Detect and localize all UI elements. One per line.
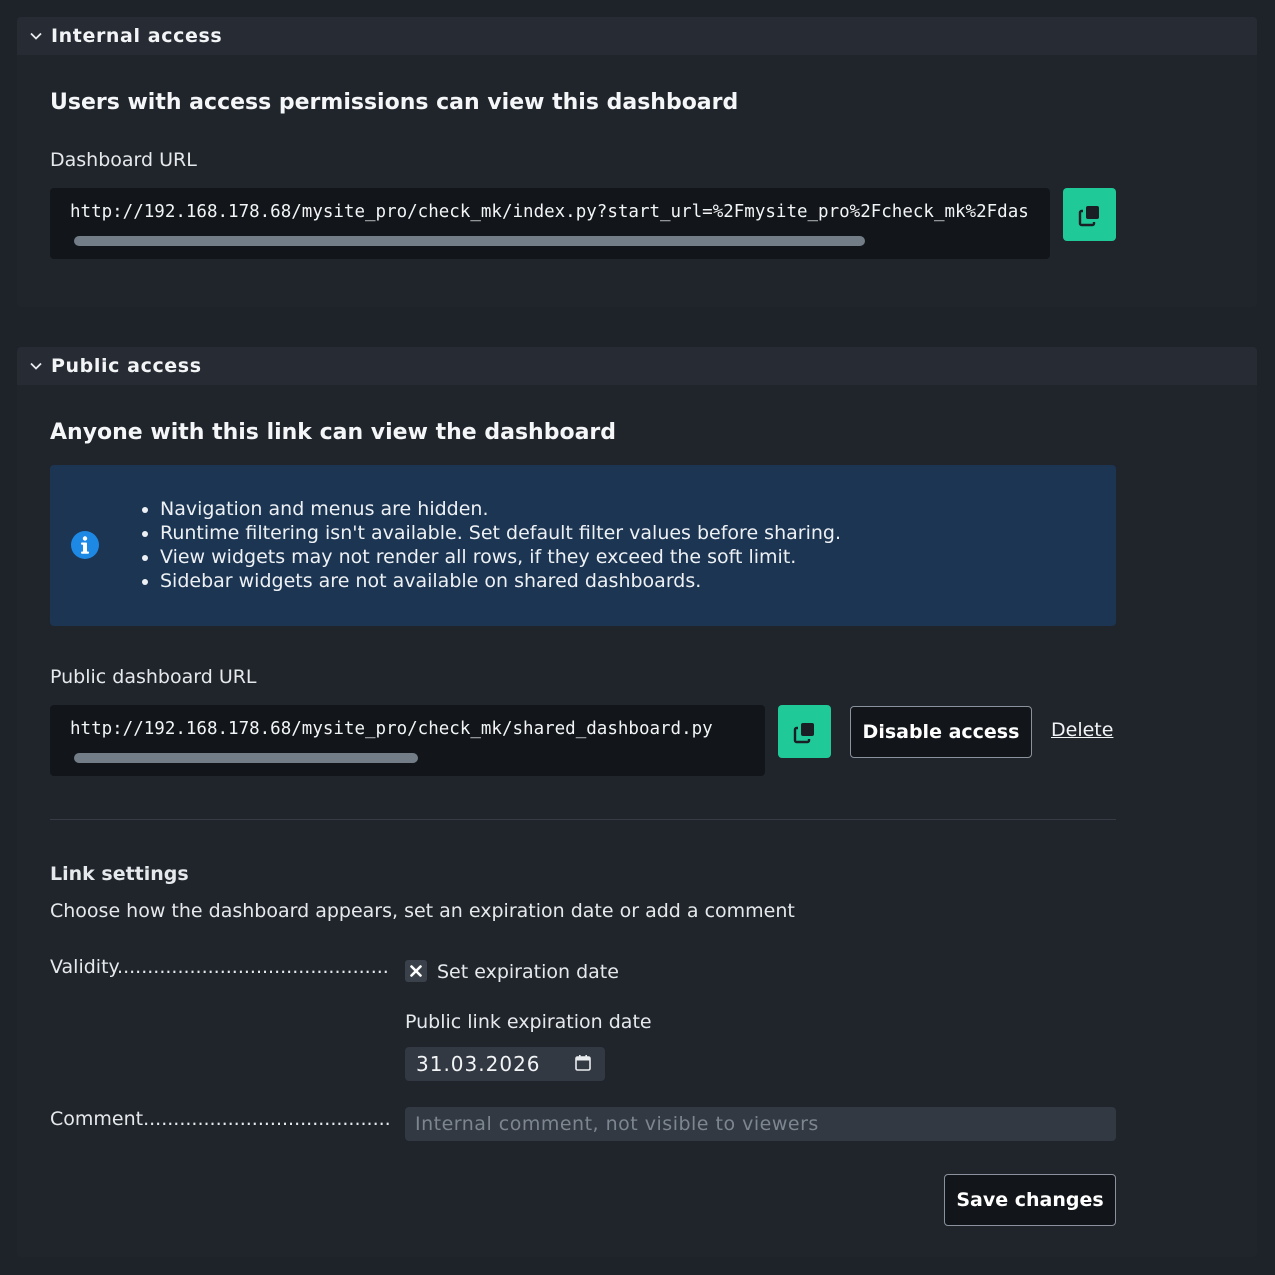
info-item: View widgets may not render all rows, if… bbox=[160, 545, 841, 569]
public-url-field[interactable]: http://192.168.178.68/mysite_pro/check_m… bbox=[50, 705, 765, 776]
copy-icon bbox=[1078, 203, 1102, 227]
info-item: Sidebar widgets are not available on sha… bbox=[160, 569, 841, 593]
public-access-heading: Anyone with this link can view the dashb… bbox=[50, 420, 617, 445]
validity-label: Validity................................… bbox=[50, 956, 390, 978]
comment-label: Comment.................................… bbox=[50, 1108, 390, 1130]
comment-input[interactable] bbox=[405, 1107, 1116, 1141]
dashboard-url-scrollbar[interactable] bbox=[74, 236, 865, 246]
save-changes-button[interactable]: Save changes bbox=[944, 1174, 1116, 1226]
calendar-icon[interactable] bbox=[574, 1054, 592, 1072]
public-access-title: Public access bbox=[51, 355, 202, 377]
link-settings-description: Choose how the dashboard appears, set an… bbox=[50, 900, 795, 922]
expiration-date-value: 31.03.2026 bbox=[416, 1052, 541, 1076]
info-list: Navigation and menus are hidden. Runtime… bbox=[140, 497, 841, 593]
delete-link[interactable]: Delete bbox=[1051, 719, 1113, 741]
public-url-label: Public dashboard URL bbox=[50, 666, 257, 688]
copy-icon bbox=[793, 720, 817, 744]
expiration-date-label: Public link expiration date bbox=[405, 1011, 652, 1033]
chevron-down-icon bbox=[29, 29, 43, 43]
public-access-header[interactable]: Public access bbox=[17, 347, 1257, 385]
info-item: Navigation and menus are hidden. bbox=[160, 497, 841, 521]
expiration-checkbox[interactable] bbox=[405, 960, 427, 982]
section-divider bbox=[50, 819, 1116, 820]
disable-access-button[interactable]: Disable access bbox=[850, 706, 1032, 758]
internal-access-title: Internal access bbox=[51, 25, 223, 47]
public-access-panel: Public access Anyone with this link can … bbox=[17, 347, 1257, 1257]
dashboard-url-field[interactable]: http://192.168.178.68/mysite_pro/check_m… bbox=[50, 188, 1050, 259]
dashboard-url-label: Dashboard URL bbox=[50, 149, 197, 171]
public-access-info-box: Navigation and menus are hidden. Runtime… bbox=[50, 465, 1116, 626]
check-x-icon bbox=[410, 965, 422, 977]
internal-access-heading: Users with access permissions can view t… bbox=[50, 90, 739, 115]
internal-access-header[interactable]: Internal access bbox=[17, 17, 1257, 55]
copy-public-url-button[interactable] bbox=[778, 705, 831, 758]
expiration-date-input[interactable]: 31.03.2026 bbox=[405, 1047, 605, 1081]
dashboard-url-text: http://192.168.178.68/mysite_pro/check_m… bbox=[70, 202, 1030, 222]
expiration-checkbox-label[interactable]: Set expiration date bbox=[437, 961, 619, 983]
info-icon bbox=[70, 530, 100, 560]
link-settings-title: Link settings bbox=[50, 863, 189, 885]
info-item: Runtime filtering isn't available. Set d… bbox=[160, 521, 841, 545]
public-url-scrollbar[interactable] bbox=[74, 753, 418, 763]
internal-access-panel: Internal access Users with access permis… bbox=[17, 17, 1257, 307]
copy-dashboard-url-button[interactable] bbox=[1063, 188, 1116, 241]
public-url-text: http://192.168.178.68/mysite_pro/check_m… bbox=[70, 719, 713, 739]
chevron-down-icon bbox=[29, 359, 43, 373]
